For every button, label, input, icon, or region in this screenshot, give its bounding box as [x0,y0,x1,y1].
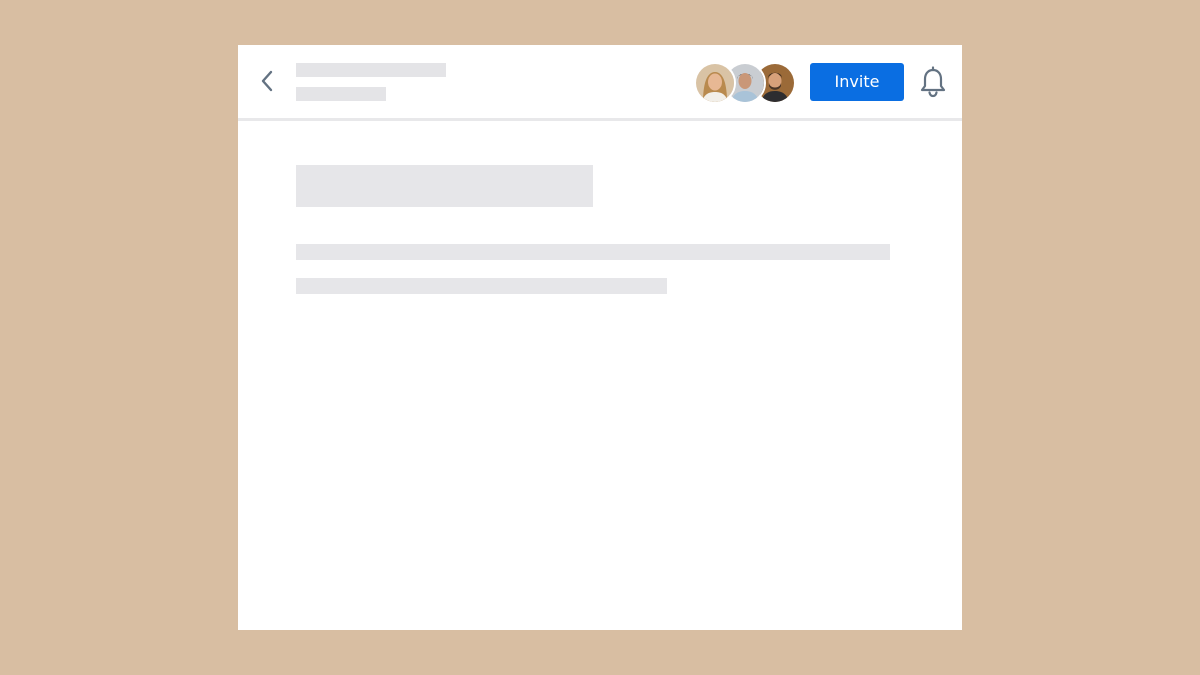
content-line-placeholder [296,244,890,260]
chevron-left-icon [261,70,273,92]
content-heading-placeholder [296,165,593,207]
app-canvas: Invite [0,0,1200,675]
document-subtitle-placeholder [296,87,386,101]
avatar[interactable] [694,62,736,104]
document-window: Invite [238,45,962,630]
document-title-placeholder [296,63,446,77]
invite-button[interactable]: Invite [810,63,904,101]
collaborator-avatars[interactable] [694,62,796,104]
bell-icon [920,66,946,98]
content-line-placeholder [296,278,667,294]
notifications-button[interactable] [918,65,948,99]
document-header: Invite [238,45,962,121]
back-button[interactable] [256,67,278,95]
